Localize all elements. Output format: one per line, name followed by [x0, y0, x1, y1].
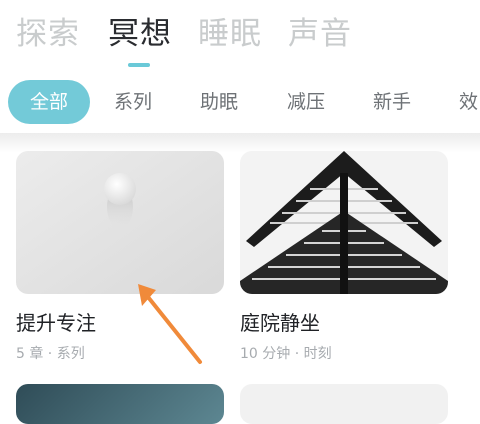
tab-explore[interactable]: 探索 — [16, 14, 80, 54]
tab-sleep[interactable]: 睡眠 — [198, 14, 262, 54]
filter-series[interactable]: 系列 — [114, 80, 152, 124]
card-next-right-image[interactable] — [240, 384, 448, 424]
top-tab-bar: 探索 冥想 睡眠 声音 — [0, 0, 480, 70]
filter-efficiency[interactable]: 效 — [459, 80, 478, 124]
annotation-arrow-icon — [138, 284, 202, 364]
card-courtyard-meta: 10 分钟 · 时刻 — [240, 346, 332, 362]
white-sphere-image — [16, 151, 224, 294]
card-focus-title[interactable]: 提升专注 — [16, 310, 96, 336]
filter-stress-relief[interactable]: 减压 — [287, 80, 325, 124]
filter-beginner[interactable]: 新手 — [373, 80, 411, 124]
card-focus-image[interactable] — [16, 151, 224, 294]
pagoda-roof-image — [240, 151, 448, 294]
active-tab-indicator — [128, 63, 150, 67]
card-next-left-image[interactable] — [16, 384, 224, 424]
card-courtyard-title[interactable]: 庭院静坐 — [240, 310, 320, 336]
card-focus-meta: 5 章 · 系列 — [16, 346, 85, 362]
tab-sound[interactable]: 声音 — [288, 14, 352, 54]
tab-meditation[interactable]: 冥想 — [108, 14, 172, 54]
category-filter-row: 全部 系列 助眠 减压 新手 效 — [0, 80, 480, 124]
scroll-shadow — [0, 133, 480, 153]
filter-all[interactable]: 全部 — [8, 80, 90, 124]
card-courtyard-image[interactable] — [240, 151, 448, 294]
filter-sleep-aid[interactable]: 助眠 — [200, 80, 238, 124]
